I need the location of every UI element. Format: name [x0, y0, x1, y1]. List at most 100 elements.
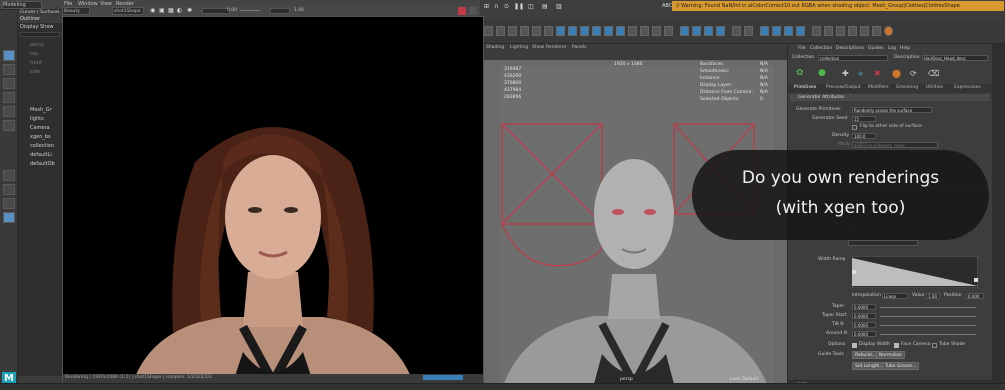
tube-shade-checkbox[interactable] — [932, 343, 937, 348]
vp-menu-panels[interactable]: Panels — [572, 45, 586, 50]
outliner-item[interactable]: collection — [30, 143, 54, 149]
exposure-field[interactable] — [202, 8, 230, 14]
taper-slider[interactable] — [880, 307, 976, 308]
exposure-slider[interactable] — [240, 10, 260, 11]
outliner-item[interactable]: Camera — [30, 125, 50, 131]
outliner-item[interactable]: front — [30, 60, 42, 66]
tilt-slider[interactable] — [880, 325, 976, 326]
normalize-button[interactable]: Normalize — [876, 351, 905, 359]
shelf-curve-icon[interactable] — [544, 26, 553, 36]
shelf-poly-icon[interactable] — [680, 26, 689, 36]
camera-dropdown[interactable]: shot1Shape — [112, 7, 144, 15]
select-tool-icon[interactable] — [3, 50, 15, 61]
settings-icon[interactable] — [469, 7, 477, 15]
ipr-icon[interactable]: ▥ — [556, 3, 562, 10]
width-input[interactable] — [848, 240, 918, 246]
pause-icon[interactable]: ❚❚ — [514, 3, 524, 10]
taper-input[interactable]: 0.0000 — [852, 304, 876, 310]
display-width-checkbox[interactable] — [852, 343, 857, 348]
shelf-render-icon[interactable] — [884, 26, 893, 36]
shelf-tool-icon[interactable] — [744, 26, 753, 36]
shelf-nurbs-icon[interactable] — [568, 26, 577, 36]
lasso-tool-icon[interactable] — [3, 64, 15, 75]
xgen-menu-descriptions[interactable]: Descriptions — [836, 46, 864, 51]
shelf-xgen-icon[interactable] — [784, 26, 793, 36]
layout-four-icon[interactable] — [3, 184, 15, 195]
vp-menu-show[interactable]: Show — [532, 45, 544, 50]
tab-modifiers[interactable]: Modifiers — [868, 85, 889, 90]
shelf-tool-icon[interactable] — [628, 26, 637, 36]
outliner-search-input[interactable] — [20, 32, 60, 37]
xgen-menu-guides[interactable]: Guides — [868, 46, 884, 51]
mode-selector[interactable]: Modeling — [2, 1, 42, 9]
shelf-tool-icon[interactable] — [824, 26, 833, 36]
tube-groom-button[interactable]: Tube Groom... — [882, 362, 920, 370]
outliner-menu-show[interactable]: Show — [40, 24, 54, 30]
vp-menu-renderer[interactable]: Renderer — [546, 45, 567, 50]
paint-tool-icon[interactable] — [3, 78, 15, 89]
outliner-menu-display[interactable]: Display — [20, 24, 38, 30]
aov-dropdown[interactable]: Beauty — [62, 7, 90, 15]
outliner-item[interactable]: Mesh_Gr — [30, 107, 52, 113]
shelf-xgen-icon[interactable] — [772, 26, 781, 36]
vp-menu-shading[interactable]: Shading — [486, 45, 504, 50]
shelf-xgen-icon[interactable] — [796, 26, 805, 36]
shelf-tool-icon[interactable] — [664, 26, 673, 36]
guide-add-icon[interactable]: ✚ — [842, 69, 849, 78]
layout-custom-icon[interactable] — [3, 212, 15, 223]
vp-menu-lighting[interactable]: Lighting — [510, 45, 528, 50]
eye-icon[interactable]: ◐ — [177, 7, 182, 14]
shelf-curve-icon[interactable] — [520, 26, 529, 36]
camera-icon[interactable]: ◫ — [528, 3, 534, 10]
xgen-menu-help[interactable]: Help — [900, 46, 910, 51]
flip-checkbox[interactable] — [852, 125, 857, 130]
layout-single-icon[interactable] — [3, 170, 15, 181]
shelf-curve-icon[interactable] — [532, 26, 541, 36]
refresh-icon[interactable]: ⟳ — [910, 69, 917, 78]
move-tool-icon[interactable] — [3, 92, 15, 103]
shelf-poly-icon[interactable] — [692, 26, 701, 36]
shelf-poly-icon[interactable] — [704, 26, 713, 36]
render-icon[interactable]: ▤ — [542, 3, 548, 10]
shelf-tool-icon[interactable] — [732, 26, 741, 36]
snap-curve-icon[interactable]: ∩ — [494, 3, 498, 10]
width-ramp-graph[interactable] — [852, 256, 978, 288]
interp-dropdown[interactable]: Linear — [882, 293, 908, 299]
xgen-menu-file[interactable]: File — [798, 46, 806, 51]
around-input[interactable]: 0.0000 — [852, 331, 876, 337]
shelf-tool-icon[interactable] — [860, 26, 869, 36]
shelf-curve-icon[interactable] — [508, 26, 517, 36]
shelf-tool-icon[interactable] — [872, 26, 881, 36]
tab-expressions[interactable]: Expressions — [954, 85, 981, 90]
crop-icon[interactable]: ▣ — [159, 7, 165, 14]
generator-attributes-header[interactable]: Generator Attributes — [790, 94, 990, 101]
mask-input[interactable]: $DESC/xuv/density_mask — [852, 142, 938, 148]
seed-input[interactable]: 15 — [852, 116, 876, 122]
density-input[interactable]: 100.0 — [852, 133, 876, 139]
ramp-value-input[interactable]: 1.00 — [926, 293, 940, 299]
shelf-curve-icon[interactable] — [496, 26, 505, 36]
taper-start-input[interactable]: 0.0000 — [852, 313, 876, 319]
stop-render-icon[interactable] — [458, 7, 466, 15]
description-dropdown[interactable]: HairDesc_Head_desc — [922, 55, 988, 61]
shelf-tool-icon[interactable] — [640, 26, 649, 36]
snap-grid-icon[interactable]: ⊞ — [484, 3, 489, 10]
clear-icon[interactable]: ⌫ — [928, 69, 939, 78]
shelf-tool-icon[interactable] — [848, 26, 857, 36]
grid-icon[interactable]: ▦ — [168, 7, 174, 14]
outliner-item[interactable]: persp — [30, 42, 44, 48]
tilt-input[interactable]: 0.0000 — [852, 322, 876, 328]
rebuild-button[interactable]: Rebuild... — [852, 351, 880, 359]
play-icon[interactable]: ◉ — [150, 7, 155, 14]
gamma-field[interactable] — [270, 8, 290, 14]
shelf-xgen-icon[interactable] — [760, 26, 769, 36]
taper-start-slider[interactable] — [880, 316, 976, 317]
outliner-item[interactable]: defaultOb — [30, 161, 55, 167]
xgen-menu-log[interactable]: Log — [888, 46, 896, 51]
outliner-item[interactable]: xgen_bs — [30, 134, 51, 140]
face-camera-checkbox[interactable] — [894, 343, 899, 348]
shelf-nurbs-icon[interactable] — [616, 26, 625, 36]
collection-dropdown[interactable]: collection — [818, 55, 888, 61]
shelf-nurbs-icon[interactable] — [556, 26, 565, 36]
guide-select-icon[interactable]: ⟡ — [858, 69, 863, 79]
